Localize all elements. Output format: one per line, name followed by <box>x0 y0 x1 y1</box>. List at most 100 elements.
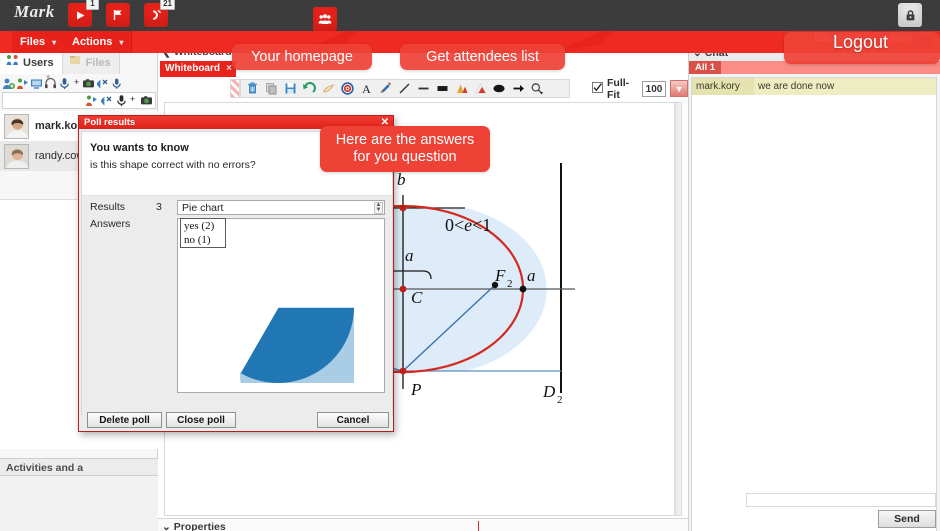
pencil-icon[interactable] <box>376 80 394 97</box>
microphone-icon[interactable] <box>115 94 128 107</box>
arrow-icon[interactable] <box>509 80 527 97</box>
activities-header[interactable]: Activities and a <box>0 458 158 476</box>
tab-whiteboard-label: Whiteboard <box>165 63 220 74</box>
copy-icon[interactable] <box>262 80 280 97</box>
callout-logout-label: Logout <box>832 32 888 52</box>
ellipse-icon[interactable] <box>490 80 508 97</box>
pie-chart <box>239 306 354 383</box>
chart-type-value: Pie chart <box>182 202 224 214</box>
group-icon[interactable] <box>313 7 337 31</box>
minus-icon[interactable] <box>414 80 432 97</box>
svg-text:C: C <box>411 288 423 307</box>
pointer-icon[interactable] <box>528 80 546 97</box>
svg-text:a: a <box>405 246 414 265</box>
poll-answers-legend: yes (2) no (1) <box>180 218 226 248</box>
mic-settings-icon[interactable] <box>110 77 123 90</box>
svg-text:2: 2 <box>507 278 513 290</box>
rectangle-icon[interactable] <box>433 80 451 97</box>
send-button[interactable]: Send <box>878 510 936 528</box>
menu-files-label: Files <box>20 36 46 48</box>
close-poll-button[interactable]: Close poll <box>166 412 236 428</box>
mute-audio-icon[interactable] <box>100 94 113 107</box>
delete-poll-button[interactable]: Delete poll <box>87 412 162 428</box>
avatar <box>4 143 29 169</box>
properties-header[interactable]: ⌄ Properties <box>158 519 688 531</box>
sidebar-action-toolbar: + <box>2 75 156 91</box>
panel-divider <box>478 521 479 531</box>
callout-poll-answers: Here are the answers for you question <box>320 126 490 172</box>
properties-panel: ⌄ Properties x 172 w 400 23 ▼ I B Docume… <box>158 518 688 531</box>
toolbar-drag-handle[interactable] <box>230 79 240 98</box>
save-icon[interactable] <box>281 80 299 97</box>
microphone-icon[interactable] <box>58 77 71 90</box>
plus-label: + <box>130 94 136 104</box>
screen-share-icon[interactable] <box>30 77 43 90</box>
camera-icon[interactable] <box>82 77 95 90</box>
canvas-scrollbar[interactable] <box>674 103 681 515</box>
whiteboard-toolbar: A <box>240 79 570 98</box>
undo-icon[interactable] <box>300 80 318 97</box>
chat-message: mark.kory we are done now <box>692 78 936 95</box>
spinner-icon[interactable]: ▲ ▼ <box>374 202 383 214</box>
sidebar-self-toolbar: + <box>2 92 156 109</box>
poll-results-area: Results 3 Answers Pie chart ▲ ▼ yes (2) n… <box>82 196 392 415</box>
target-icon[interactable] <box>338 80 356 97</box>
sidebar-item-files[interactable]: Files <box>62 53 120 74</box>
phone-badge: 21 <box>160 0 175 10</box>
chat-message-text: we are done now <box>758 81 835 92</box>
tab-whiteboard[interactable]: Whiteboard × <box>160 61 236 77</box>
poll-dialog-body: You wants to know is this shape correct … <box>81 131 393 415</box>
phone-icon[interactable]: 21 <box>144 0 175 27</box>
menu-files[interactable]: Files ▾ <box>12 31 66 53</box>
properties-header-label: Properties <box>173 521 226 531</box>
svg-text:D: D <box>542 382 556 401</box>
zoom-input[interactable]: 100 <box>641 80 667 97</box>
play-badge: 1 <box>86 0 99 10</box>
raise-hand-icon[interactable] <box>85 94 98 107</box>
callout-your-homepage: Your homepage <box>232 44 372 70</box>
menu-actions[interactable]: Actions ▾ <box>64 31 133 53</box>
mute-audio-icon[interactable] <box>96 77 109 90</box>
fullfit-label: Full-Fit <box>607 76 630 101</box>
cancel-button[interactable]: Cancel <box>317 412 389 428</box>
chat-message-user: mark.kory <box>692 78 754 95</box>
activities-area <box>0 476 158 531</box>
answers-label: Answers <box>90 218 131 230</box>
chevron-down-icon: ▾ <box>119 38 124 47</box>
fullfit-checkbox[interactable] <box>592 81 603 96</box>
logout-lock-icon[interactable] <box>898 3 922 27</box>
app-brand: Mark <box>14 2 55 21</box>
warning-icon[interactable] <box>471 80 489 97</box>
menu-actions-label: Actions <box>72 36 113 48</box>
svg-text:F: F <box>494 266 506 285</box>
raise-hand-icon[interactable] <box>16 77 29 90</box>
chat-messages: mark.kory we are done now <box>691 77 937 531</box>
poll-answer-item: no (1) <box>184 234 211 246</box>
camera-icon[interactable] <box>140 94 153 107</box>
zoom-dropdown-button[interactable]: ▼ <box>670 80 688 97</box>
trash-icon[interactable] <box>243 80 261 97</box>
results-label: Results <box>90 201 126 213</box>
sidebar-tabs: Users Files <box>0 53 158 74</box>
svg-text:a: a <box>527 266 536 285</box>
results-count: 3 <box>156 201 162 213</box>
poll-dialog-title: Poll results <box>84 117 136 128</box>
text-icon[interactable]: A <box>357 80 375 97</box>
sidebar-item-users[interactable]: Users <box>0 53 63 74</box>
poll-answer-item: yes (2) <box>184 220 215 232</box>
svg-text:A: A <box>362 82 371 95</box>
callout-your-homepage-label: Your homepage <box>251 48 353 65</box>
line-icon[interactable] <box>395 80 413 97</box>
triangle-icon[interactable] <box>452 80 470 97</box>
flag-icon[interactable] <box>106 3 130 27</box>
svg-text:0<e<1: 0<e<1 <box>445 215 491 235</box>
tab-all[interactable]: All 1 <box>689 61 722 74</box>
chart-type-select[interactable]: Pie chart ▲ ▼ <box>177 200 385 215</box>
add-user-icon[interactable] <box>2 77 15 90</box>
chat-input[interactable] <box>746 493 936 507</box>
play-icon[interactable]: 1 <box>68 0 99 27</box>
callout-poll-answers-label: Here are the answers for you question <box>335 132 475 165</box>
clear-icon[interactable] <box>319 80 337 97</box>
svg-text:b: b <box>397 170 406 189</box>
svg-text:2: 2 <box>557 394 563 406</box>
